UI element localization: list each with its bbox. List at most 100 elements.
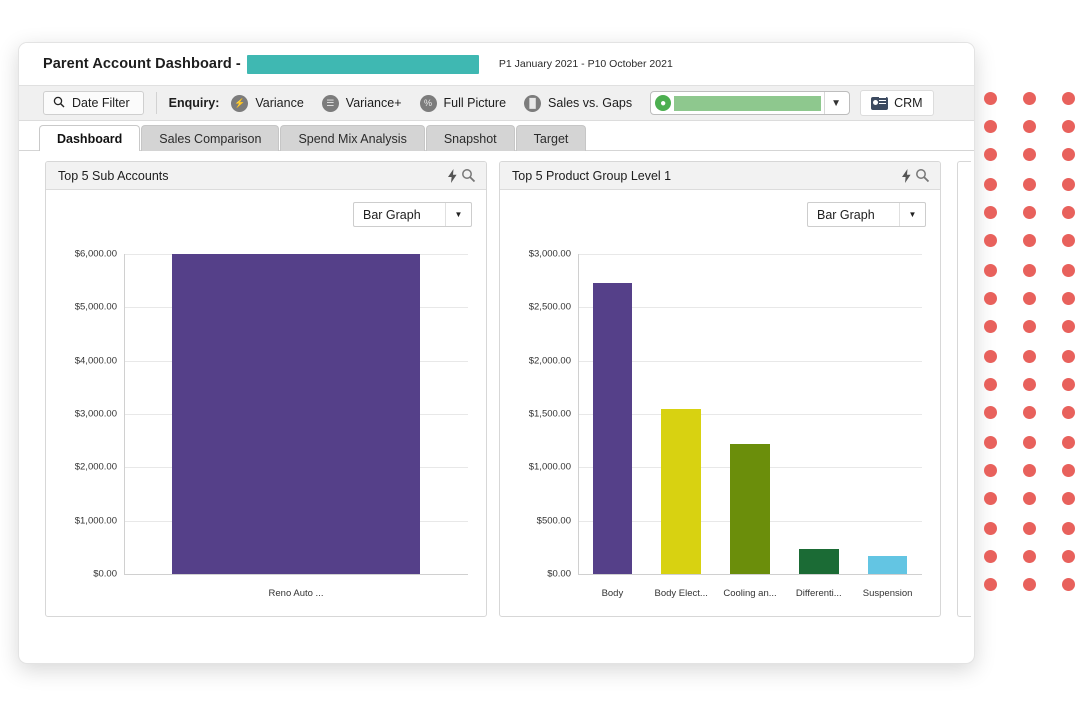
contact-card-icon <box>871 97 888 110</box>
dot <box>1062 148 1075 161</box>
enquiry-item-label: Sales vs. Gaps <box>548 96 632 110</box>
bar[interactable] <box>593 283 633 574</box>
dot <box>984 350 997 363</box>
dot <box>1023 406 1036 419</box>
dot <box>1023 350 1036 363</box>
graph-type-select-left[interactable]: Bar Graph ▼ <box>353 202 472 227</box>
chevron-down-icon[interactable]: ▼ <box>824 92 847 114</box>
variance-icon: ⚡ <box>231 95 248 112</box>
dot <box>984 492 997 505</box>
x-axis-tick-label: Cooling an... <box>723 588 776 599</box>
dot <box>1062 578 1075 591</box>
account-value-redaction <box>674 96 821 111</box>
y-axis-tick-label: $0.00 <box>547 569 571 580</box>
gridline <box>578 254 922 255</box>
tab-sales-comparison[interactable]: Sales Comparison <box>141 125 279 151</box>
panel-top-5-product-group-level-1: Top 5 Product Group Level 1 Bar Graph ▼ … <box>499 161 941 617</box>
variance-plus-icon: ☰ <box>322 95 339 112</box>
enquiry-item-variance[interactable]: ⚡ Variance <box>231 95 303 112</box>
dot <box>1023 178 1036 191</box>
chevron-down-icon[interactable]: ▼ <box>899 203 925 226</box>
dot <box>1023 436 1036 449</box>
magnifier-icon[interactable] <box>461 168 476 183</box>
dot <box>1062 522 1075 535</box>
dot-row <box>984 492 1075 505</box>
dot <box>984 578 997 591</box>
dot <box>984 120 997 133</box>
bar[interactable] <box>730 444 770 574</box>
dot-row <box>984 206 1075 219</box>
y-axis-line <box>578 254 579 574</box>
dot-row <box>984 320 1075 333</box>
y-axis-tick-label: $2,000.00 <box>529 355 571 366</box>
enquiry-item-variance-plus[interactable]: ☰ Variance+ <box>322 95 402 112</box>
application-window: Parent Account Dashboard - P1 January 20… <box>18 42 975 664</box>
search-icon <box>53 96 65 111</box>
tab-label: Spend Mix Analysis <box>298 132 406 146</box>
bar[interactable] <box>799 549 839 574</box>
dot <box>1062 464 1075 477</box>
enquiry-item-full-picture[interactable]: % Full Picture <box>420 95 507 112</box>
chart-top-5-product-group-level-1: $0.00$500.00$1,000.00$1,500.00$2,000.00$… <box>500 242 940 616</box>
dot <box>1062 234 1075 247</box>
page-title: Parent Account Dashboard - <box>43 56 241 72</box>
dot <box>1023 92 1036 105</box>
enquiry-label: Enquiry: <box>169 96 220 110</box>
chevron-down-icon[interactable]: ▼ <box>445 203 471 226</box>
gridline <box>124 574 468 575</box>
panel-top-5-sub-accounts: Top 5 Sub Accounts Bar Graph ▼ $0.00$1,0… <box>45 161 487 617</box>
dot-row <box>984 464 1075 477</box>
graph-type-select-right[interactable]: Bar Graph ▼ <box>807 202 926 227</box>
tab-label: Sales Comparison <box>159 132 261 146</box>
panel-header: Top 5 Sub Accounts <box>46 162 486 190</box>
crm-button[interactable]: CRM <box>860 90 933 116</box>
dot <box>984 378 997 391</box>
account-name-redaction <box>247 55 479 74</box>
date-filter-button[interactable]: Date Filter <box>43 91 144 115</box>
bar[interactable] <box>661 409 701 574</box>
dot <box>984 92 997 105</box>
dot <box>984 320 997 333</box>
dot <box>1062 550 1075 563</box>
x-axis-tick-label: Body <box>602 588 624 599</box>
dot <box>1062 264 1075 277</box>
enquiry-item-label: Full Picture <box>444 96 507 110</box>
tab-spend-mix-analysis[interactable]: Spend Mix Analysis <box>280 125 424 151</box>
dot <box>984 292 997 305</box>
dot <box>1023 120 1036 133</box>
lightning-icon[interactable] <box>901 169 912 183</box>
tab-target[interactable]: Target <box>516 125 587 151</box>
dot <box>984 234 997 247</box>
dot <box>1062 350 1075 363</box>
y-axis-tick-label: $2,500.00 <box>529 302 571 313</box>
y-axis-tick-label: $4,000.00 <box>75 355 117 366</box>
bar[interactable] <box>868 556 908 574</box>
dot <box>1062 436 1075 449</box>
graph-type-value: Bar Graph <box>354 208 445 222</box>
y-axis-tick-label: $1,000.00 <box>529 462 571 473</box>
dot <box>1062 92 1075 105</box>
y-axis-tick-label: $1,500.00 <box>529 409 571 420</box>
dot <box>1023 522 1036 535</box>
dot <box>1023 264 1036 277</box>
dot <box>984 148 997 161</box>
dot-row <box>984 92 1075 105</box>
dot <box>984 550 997 563</box>
tab-label: Snapshot <box>444 132 497 146</box>
dot <box>1023 578 1036 591</box>
dot <box>1062 120 1075 133</box>
account-select[interactable]: ● ▼ <box>650 91 850 115</box>
dot <box>1062 292 1075 305</box>
dot-row <box>984 178 1075 191</box>
lightning-icon[interactable] <box>447 169 458 183</box>
enquiry-item-sales-vs-gaps[interactable]: █ Sales vs. Gaps <box>524 95 632 112</box>
dot <box>1023 234 1036 247</box>
bar[interactable] <box>172 254 420 574</box>
dot-row <box>984 234 1075 247</box>
plot-area: $0.00$1,000.00$2,000.00$3,000.00$4,000.0… <box>124 254 468 574</box>
dot-row <box>984 406 1075 419</box>
magnifier-icon[interactable] <box>915 168 930 183</box>
tab-snapshot[interactable]: Snapshot <box>426 125 515 151</box>
tab-dashboard[interactable]: Dashboard <box>39 125 140 151</box>
y-axis-tick-label: $5,000.00 <box>75 302 117 313</box>
